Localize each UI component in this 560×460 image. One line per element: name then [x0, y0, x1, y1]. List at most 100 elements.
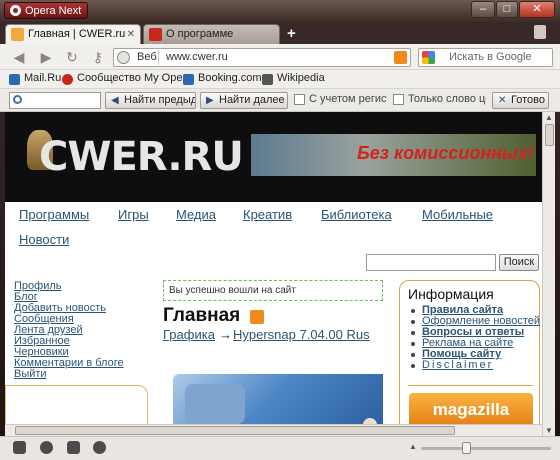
find-next-button[interactable]: ▶ Найти далее [200, 92, 288, 109]
search-placeholder: Искать в Google [449, 51, 532, 63]
zoom-slider-track[interactable] [421, 447, 551, 450]
bullet [411, 331, 415, 335]
whole-word-checkbox[interactable] [393, 94, 404, 105]
title-bar: Opera Next – □ ✕ [0, 0, 560, 22]
arrow-right-icon: ▶ [206, 95, 214, 106]
nav-media[interactable]: Медиа [176, 207, 216, 222]
close-window-button[interactable]: ✕ [519, 1, 555, 18]
mailru-icon [9, 74, 20, 85]
reload-icon[interactable]: ↻ [63, 49, 81, 65]
new-tab-button[interactable]: + [287, 25, 296, 42]
tab-cwer[interactable]: Главная | CWER.ru ✕ [5, 24, 141, 45]
booking-icon [183, 74, 194, 85]
scroll-thumb[interactable] [545, 124, 554, 146]
bookmark-wikipedia[interactable]: Wikipedia [262, 72, 325, 85]
bullet [411, 320, 415, 324]
breadcrumb-item[interactable]: Hypersnap 7.04.00 Rus [233, 327, 370, 342]
forward-icon[interactable]: ▶ [37, 49, 55, 65]
whole-word-label: Только слово целиком [408, 93, 486, 105]
site-nav: Программы Игры Медиа Креатив Библиотека … [5, 202, 542, 252]
opera-logo-icon [10, 5, 21, 16]
find-previous-button[interactable]: ◀ Найти предыдущее [105, 92, 196, 109]
bullet [411, 364, 415, 368]
page-viewport: CWER.RU Без комиссионных! Программы Игры… [5, 112, 542, 436]
banner-text: Без комиссионных! [357, 143, 534, 163]
zoom-slider-thumb[interactable] [462, 442, 471, 454]
opera-menu-button[interactable]: Opera Next [4, 2, 89, 19]
scroll-down-icon[interactable]: ▼ [545, 426, 553, 435]
scroll-thumb[interactable] [15, 426, 455, 435]
bookmark-booking[interactable]: Booking.com [183, 72, 262, 85]
opera-icon [62, 74, 73, 85]
done-button[interactable]: ✕ Готово [492, 92, 549, 109]
find-input[interactable] [9, 92, 101, 109]
bullet [411, 309, 415, 313]
login-message: Вы успешно вошли на сайт [163, 280, 383, 301]
trash-icon[interactable] [534, 25, 546, 39]
bookmark-label: Сообщество My Opera [77, 72, 193, 84]
match-case-checkbox[interactable] [294, 94, 305, 105]
status-bar: ▲ [0, 436, 560, 460]
nav-programs[interactable]: Программы [19, 207, 89, 222]
nav-creative[interactable]: Креатив [243, 207, 292, 222]
app-button-label: Opera Next [25, 5, 82, 17]
google-icon[interactable] [422, 51, 435, 64]
zoom-arrow-icon[interactable]: ▲ [409, 442, 417, 451]
maximize-button[interactable]: □ [496, 1, 518, 18]
cwer-favicon-icon [11, 28, 24, 41]
match-case-label: С учетом регистра [309, 93, 387, 105]
url-input[interactable]: www.cwer.ru [166, 51, 228, 63]
address-bar[interactable]: Веб www.cwer.ru [113, 48, 411, 67]
opera-unite-icon[interactable] [40, 441, 53, 454]
share-icon[interactable] [67, 441, 80, 454]
turbo-icon[interactable] [93, 441, 106, 454]
bookmark-my-opera[interactable]: Сообщество My Opera [62, 72, 193, 85]
user-link-logout[interactable]: Выйти [14, 368, 47, 380]
close-icon: ✕ [498, 95, 507, 106]
address-badge: Веб [137, 51, 157, 63]
rss-icon[interactable] [250, 310, 264, 324]
camera-shape [185, 384, 245, 424]
nav-news[interactable]: Новости [19, 232, 69, 247]
tab-label: О программе [166, 28, 234, 40]
panel-toggle-icon[interactable] [13, 441, 26, 454]
info-box: Информация Правила сайта Оформление ново… [399, 280, 540, 436]
bookmark-label: Mail.Ru [24, 72, 62, 84]
site-header: CWER.RU Без комиссионных! [5, 112, 542, 202]
tab-bar: Главная | CWER.ru ✕ О программе + [0, 22, 560, 45]
key-icon[interactable]: ⚷ [89, 49, 107, 65]
site-search-input[interactable] [366, 254, 496, 271]
opera-favicon-icon [149, 28, 162, 41]
navigation-toolbar: ◀ ▶ ↻ ⚷ Веб www.cwer.ru Искать в Google [0, 44, 560, 70]
nav-library[interactable]: Библиотека [321, 207, 392, 222]
done-label: Готово [511, 94, 545, 106]
back-icon[interactable]: ◀ [10, 49, 28, 65]
nav-games[interactable]: Игры [118, 207, 149, 222]
find-bar: ◀ Найти предыдущее ▶ Найти далее С учетом … [0, 89, 560, 112]
rss-icon[interactable] [394, 51, 407, 64]
find-next-label: Найти далее [219, 94, 285, 106]
nav-mobile[interactable]: Мобильные [422, 207, 493, 222]
info-title: Информация [408, 286, 494, 302]
info-link-disclaimer[interactable]: Disclaimer [422, 359, 493, 371]
page-title: Главная [163, 305, 241, 326]
site-search-button[interactable]: Поиск [499, 254, 539, 271]
tab-about[interactable]: О программе [143, 24, 280, 45]
bullet [411, 342, 415, 346]
search-icon [13, 95, 22, 104]
search-field[interactable]: Искать в Google [418, 48, 553, 67]
bookmark-mailru[interactable]: Mail.Ru [9, 72, 62, 85]
breadcrumb-category[interactable]: Графика [163, 327, 215, 342]
divider [408, 385, 533, 386]
horizontal-scrollbar[interactable] [5, 424, 542, 436]
scroll-up-icon[interactable]: ▲ [545, 113, 553, 122]
bullet [411, 353, 415, 357]
site-logo[interactable]: CWER.RU [39, 134, 244, 180]
bookmarks-bar: Mail.Ru Сообщество My Opera Booking.com … [0, 70, 560, 89]
globe-icon [117, 51, 130, 64]
arrow-left-icon: ◀ [111, 95, 119, 106]
vertical-scrollbar[interactable]: ▲ ▼ [542, 112, 555, 436]
bookmark-label: Booking.com [198, 72, 262, 84]
minimize-button[interactable]: – [471, 1, 495, 18]
close-tab-icon[interactable]: ✕ [127, 25, 135, 44]
